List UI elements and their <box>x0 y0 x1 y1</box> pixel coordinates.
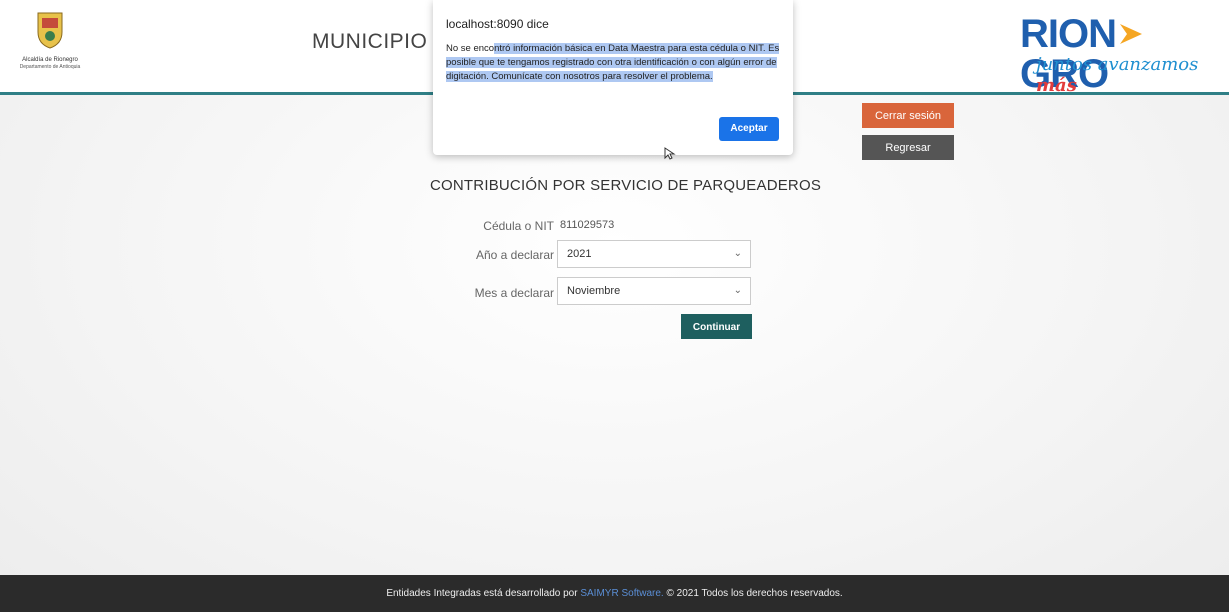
brand-tagline: juntos avanzamos más <box>1036 54 1199 96</box>
dialog-message: No se encontró información básica en Dat… <box>446 43 780 82</box>
chevron-down-icon: ⌄ <box>733 285 742 296</box>
logout-button[interactable]: Cerrar sesión <box>862 103 954 128</box>
continue-button[interactable]: Continuar <box>681 314 752 339</box>
chevron-down-icon: ⌄ <box>733 248 742 259</box>
selected-text: ntró información básica en Data Maestra … <box>446 43 780 82</box>
alert-dialog: localhost:8090 dice No se encontró infor… <box>433 0 793 155</box>
footer-copyright: © 2021 Todos los derechos reservados. <box>666 588 843 599</box>
year-select[interactable]: 2021 ⌄ <box>557 240 751 268</box>
brand-logo: RIONGRO juntos avanzamos más <box>1010 14 1222 96</box>
footer: Entidades Integradas está desarrollado p… <box>0 575 1229 612</box>
brand-arrow-icon <box>1120 24 1142 44</box>
month-select[interactable]: Noviembre ⌄ <box>557 277 751 305</box>
coat-of-arms-icon <box>37 12 63 49</box>
month-label: Mes a declarar <box>474 286 554 300</box>
month-select-value: Noviembre <box>567 285 621 297</box>
accept-button[interactable]: Aceptar <box>719 117 779 141</box>
page-title: MUNICIPIO D <box>312 30 450 53</box>
nit-label: Cédula o NIT <box>483 219 554 233</box>
mouse-cursor-icon <box>664 147 676 160</box>
logo-caption: Alcaldía de Rionegro Departamento de Ant… <box>19 57 81 70</box>
back-button[interactable]: Regresar <box>862 135 954 160</box>
dialog-title: localhost:8090 dice <box>446 17 549 31</box>
footer-link[interactable]: SAIMYR Software. <box>580 588 663 599</box>
year-label: Año a declarar <box>475 248 554 262</box>
year-select-value: 2021 <box>567 248 592 260</box>
nit-value: 811029573 <box>560 219 615 231</box>
municipality-logo: Alcaldía de Rionegro Departamento de Ant… <box>8 10 92 78</box>
footer-text: Entidades Integradas está desarrollado p… <box>386 588 578 599</box>
form-title: CONTRIBUCIÓN POR SERVICIO DE PARQUEADERO… <box>430 177 822 194</box>
